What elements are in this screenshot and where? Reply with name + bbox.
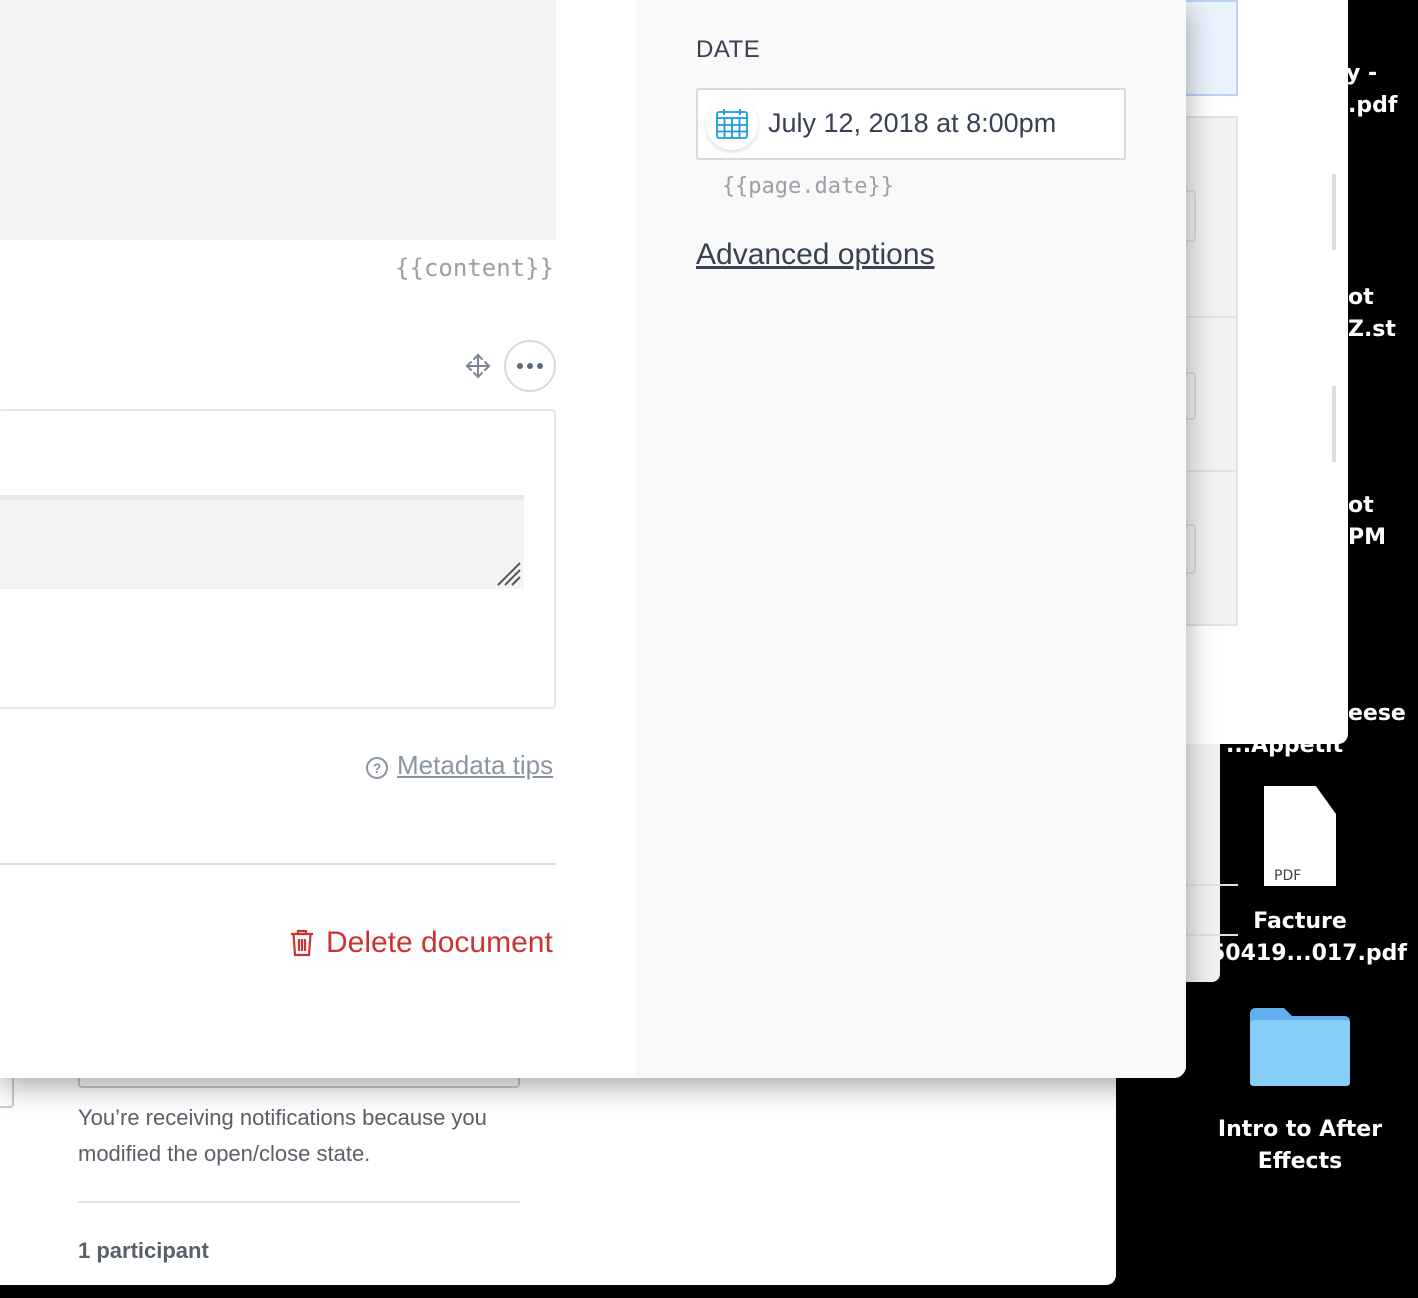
desktop-label-fragment: ot xyxy=(1348,285,1374,310)
date-variable-hint: {{page.date}} xyxy=(721,174,894,199)
desktop-label-fragment: PM xyxy=(1348,525,1387,550)
pdf-type-label: PDF xyxy=(1274,868,1302,884)
participants-count: 1 participant xyxy=(78,1238,209,1263)
desktop-label-fragment: y - xyxy=(1346,61,1378,86)
divider xyxy=(78,1201,520,1203)
divider xyxy=(0,863,556,865)
help-icon: ? xyxy=(366,757,388,779)
selected-row[interactable] xyxy=(1186,0,1238,96)
metadata-textarea[interactable] xyxy=(0,495,524,589)
divider xyxy=(1186,316,1238,318)
more-icon xyxy=(517,363,523,369)
document-editor-modal: {{content}} ? Metadata tips Delete docum… xyxy=(0,0,1186,1078)
content-variable-hint: {{content}} xyxy=(395,254,554,282)
date-value: July 12, 2018 at 8:00pm xyxy=(768,108,1057,138)
more-options-button[interactable] xyxy=(504,340,556,392)
desktop-folder-label[interactable]: Intro to After Effects xyxy=(1200,1114,1400,1178)
divider xyxy=(1186,934,1238,936)
field-edge xyxy=(1186,372,1196,420)
calendar-icon xyxy=(716,109,748,139)
advanced-options-link[interactable]: Advanced options xyxy=(696,238,935,272)
move-icon[interactable] xyxy=(464,352,492,380)
desktop-file-label-line2[interactable]: 50419...017.pdf xyxy=(1210,938,1407,970)
folder-icon[interactable] xyxy=(1248,1004,1352,1088)
field-edge xyxy=(1186,524,1196,574)
notification-reason-text: You’re receiving notifications because y… xyxy=(78,1105,487,1166)
desktop-label-fragment: .pdf xyxy=(1348,93,1398,118)
desktop-label-fragment: ot xyxy=(1348,493,1374,518)
metadata-tips-link[interactable]: Metadata tips xyxy=(397,750,553,781)
date-picker-button[interactable] xyxy=(706,98,758,150)
field-edge xyxy=(1186,190,1196,242)
resize-handle-icon[interactable] xyxy=(496,561,522,587)
pdf-file-icon[interactable]: PDF xyxy=(1264,786,1336,886)
date-input[interactable]: July 12, 2018 at 8:00pm xyxy=(696,88,1126,160)
thumbnail-edge xyxy=(1332,174,1336,250)
trash-icon xyxy=(291,929,313,957)
metadata-field-card xyxy=(0,409,556,709)
divider xyxy=(1186,884,1238,886)
background-window-edge xyxy=(1186,744,1238,982)
divider xyxy=(1186,470,1238,472)
content-editor[interactable] xyxy=(0,0,556,240)
desktop-label-fragment: eese xyxy=(1348,701,1406,726)
settings-panel xyxy=(636,0,1186,1078)
folder-label-line1: Intro to After xyxy=(1217,1117,1383,1142)
date-section-label: DATE xyxy=(696,36,761,63)
delete-document-button[interactable]: Delete document xyxy=(290,926,553,960)
folder-label-line2: Effects xyxy=(1257,1149,1343,1174)
desktop-label-fragment: Z.st xyxy=(1348,317,1396,342)
finder-window-edge xyxy=(1186,0,1348,744)
thumbnail-edge xyxy=(1332,386,1336,462)
delete-document-label: Delete document xyxy=(326,926,553,959)
